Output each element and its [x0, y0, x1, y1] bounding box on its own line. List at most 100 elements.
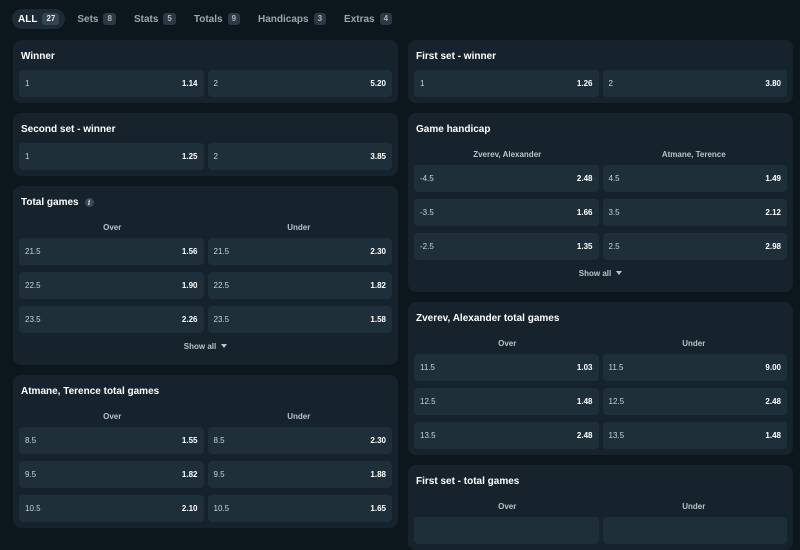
market-card-winner: Winner 1 1.14 2 5.20	[13, 40, 398, 103]
tab-count-badge: 27	[42, 13, 60, 25]
odds-button[interactable]: 1 1.25	[19, 143, 204, 170]
column-header: Atmane, Terence	[661, 149, 726, 159]
column-header: Over	[103, 222, 122, 232]
show-all-label: Show all	[578, 268, 612, 278]
tab-label: ALL	[18, 13, 38, 25]
odds-value: 2.48	[576, 431, 593, 440]
odds-value: 2.48	[576, 174, 593, 183]
odds-button[interactable]	[602, 517, 787, 544]
odds-label: 11.5	[608, 363, 624, 372]
tab-label: Sets	[77, 13, 99, 25]
odds-row: 10.5 2.10 10.5 1.65	[19, 495, 392, 522]
odds-button[interactable]: 9.5 1.88	[207, 461, 392, 488]
odds-value: 1.66	[576, 208, 593, 217]
odds-label: 10.5	[213, 504, 230, 513]
market-card-zverev-total-games: Zverev, Alexander total games Over Under…	[408, 302, 793, 455]
market-tabs: ALL 27 Sets 8 Stats 5 Totals 9 Handicaps…	[0, 0, 800, 38]
odds-button[interactable]: 11.5 1.03	[414, 354, 599, 381]
market-title: Game handicap	[416, 123, 491, 135]
odds-value: 2.12	[765, 208, 781, 217]
odds-button[interactable]: 2.5 2.98	[602, 233, 787, 260]
odds-value: 2.30	[370, 436, 386, 445]
tab-count-badge: 5	[163, 13, 176, 25]
odds-label: -3.5	[420, 208, 434, 217]
odds-row: 1 1.14 2 5.20	[19, 70, 392, 97]
odds-label: 10.5	[25, 504, 41, 513]
odds-label: 21.5	[25, 247, 41, 256]
odds-button[interactable]: -4.5 2.48	[414, 165, 599, 192]
odds-button[interactable]: 2 5.20	[207, 70, 392, 97]
tab-handicaps[interactable]: Handicaps 3	[252, 9, 332, 29]
odds-row: 23.5 2.26 23.5 1.58	[19, 306, 392, 333]
odds-label: 23.5	[213, 315, 230, 324]
show-all-button[interactable]: Show all	[414, 260, 787, 286]
odds-value: 1.03	[576, 363, 593, 372]
tab-all[interactable]: ALL 27	[12, 9, 66, 29]
tab-totals[interactable]: Totals 9	[188, 9, 246, 29]
odds-button[interactable]: 2 3.80	[602, 70, 787, 97]
odds-button[interactable]: 9.5 1.82	[19, 461, 204, 488]
odds-button[interactable]: 1 1.14	[19, 70, 204, 97]
odds-button[interactable]: 2 3.85	[207, 143, 392, 170]
market-card-total-games: Total games i Over Under 21.5 1.56 21.5 2.…	[13, 186, 398, 365]
odds-button[interactable]: 8.5 1.55	[19, 427, 204, 454]
odds-button[interactable]: 23.5 2.26	[19, 306, 204, 333]
odds-value: 1.25	[181, 152, 198, 161]
show-all-label: Show all	[183, 341, 217, 351]
odds-button[interactable]: -3.5 1.66	[414, 199, 599, 226]
odds-value: 2.98	[765, 242, 781, 251]
chevron-down-icon	[221, 344, 228, 348]
tab-label: Extras	[344, 13, 375, 25]
odds-button[interactable]: 8.5 2.30	[207, 427, 392, 454]
odds-button[interactable]: -2.5 1.35	[414, 233, 599, 260]
tab-sets[interactable]: Sets 8	[71, 9, 122, 29]
odds-label: 2	[213, 79, 218, 88]
odds-button[interactable]: 10.5 2.10	[19, 495, 204, 522]
odds-row: 1 1.25 2 3.85	[19, 143, 392, 170]
info-icon[interactable]: i	[84, 197, 94, 207]
odds-button[interactable]: 22.5 1.90	[19, 272, 204, 299]
market-title: Atmane, Terence total games	[21, 385, 160, 397]
odds-button[interactable]: 4.5 1.49	[602, 165, 787, 192]
markets-column-left: Winner 1 1.14 2 5.20 Second set - winner 1…	[13, 40, 398, 528]
odds-button[interactable]: 22.5 1.82	[207, 272, 392, 299]
odds-button[interactable]: 10.5 1.65	[207, 495, 392, 522]
markets-column-right: First set - winner 1 1.26 2 3.80 Game hand…	[408, 40, 793, 550]
odds-button[interactable]: 12.5 1.48	[414, 388, 599, 415]
odds-button[interactable]: 1 1.26	[414, 70, 599, 97]
column-header: Under	[287, 411, 311, 421]
odds-label: 9.5	[213, 470, 225, 479]
tab-label: Stats	[133, 13, 159, 25]
column-header: Under	[682, 501, 706, 511]
odds-button[interactable]: 11.5 9.00	[602, 354, 787, 381]
odds-row: -2.5 1.35 2.5 2.98	[414, 233, 787, 260]
odds-button[interactable]: 21.5 1.56	[19, 238, 204, 265]
odds-row: -4.5 2.48 4.5 1.49	[414, 165, 787, 192]
tab-count-badge: 3	[313, 13, 327, 25]
odds-row: 21.5 1.56 21.5 2.30	[19, 238, 392, 265]
odds-value: 3.80	[765, 79, 781, 88]
odds-button[interactable]: 12.5 2.48	[602, 388, 787, 415]
odds-row: 11.5 1.03 11.5 9.00	[414, 354, 787, 381]
odds-label: 2	[608, 79, 613, 88]
odds-button[interactable]: 23.5 1.58	[207, 306, 392, 333]
show-all-button[interactable]: Show all	[19, 333, 392, 359]
odds-value: 2.26	[181, 315, 198, 324]
odds-button[interactable]: 21.5 2.30	[207, 238, 392, 265]
tab-stats[interactable]: Stats 5	[128, 9, 182, 29]
odds-value: 1.48	[576, 397, 593, 406]
odds-button[interactable]: 13.5 1.48	[602, 422, 787, 449]
odds-label: 22.5	[25, 281, 41, 290]
odds-button[interactable]: 3.5 2.12	[602, 199, 787, 226]
market-title: First set - total games	[416, 475, 520, 487]
odds-row: 9.5 1.82 9.5 1.88	[19, 461, 392, 488]
odds-label: 1	[25, 79, 30, 88]
chevron-down-icon	[616, 271, 623, 275]
odds-button[interactable]	[414, 517, 599, 544]
odds-value: 1.82	[181, 470, 198, 479]
odds-label: 13.5	[420, 431, 436, 440]
market-card-game-handicap: Game handicap Zverev, Alexander Atmane, …	[408, 113, 793, 292]
column-headers: Over Under	[414, 332, 787, 354]
odds-button[interactable]: 13.5 2.48	[414, 422, 599, 449]
tab-extras[interactable]: Extras 4	[338, 9, 398, 29]
